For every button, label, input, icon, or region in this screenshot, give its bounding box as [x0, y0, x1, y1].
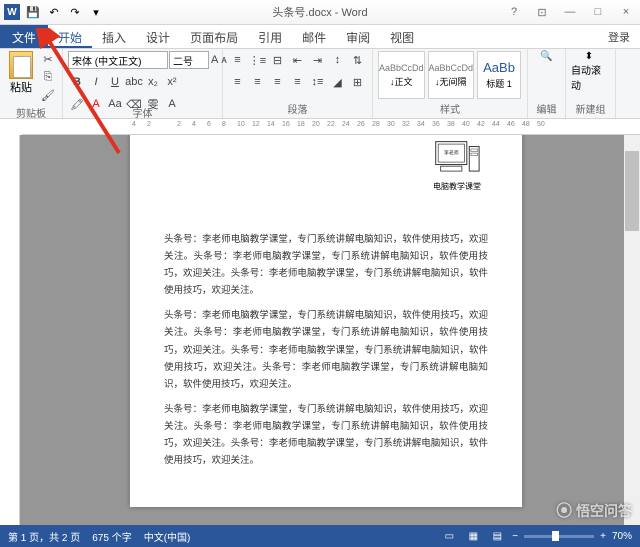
bold-button[interactable]: B [68, 73, 86, 91]
search-icon: 🔍 [540, 51, 552, 62]
zoom-slider[interactable] [524, 535, 594, 538]
numbering-button[interactable]: ⋮≡ [248, 51, 267, 69]
scroll-icon: ⬍ [585, 51, 593, 62]
new-group: ⬍ 自动滚动 新建组 [566, 49, 616, 118]
auto-scroll-button[interactable]: ⬍ 自动滚动 [571, 51, 607, 99]
clipboard-label: 剪贴板 [5, 105, 57, 120]
paragraph-group: ≡ ⋮≡ ⊟ ⇤ ⇥ ↕ ⇅ ≡ ≡ ≡ ≡ ↕≡ ◢ ⊞ 段落 [223, 49, 373, 118]
qat-customize[interactable]: ▾ [87, 3, 105, 21]
paragraph-1[interactable]: 头条号：李老师电脑教学课堂，专门系统讲解电脑知识，软件使用技巧，欢迎关注。头条号… [164, 231, 488, 299]
close-button[interactable]: × [612, 1, 640, 23]
vertical-scrollbar[interactable] [624, 135, 640, 525]
paste-button[interactable]: 粘贴 [5, 51, 37, 103]
svg-text:李老师: 李老师 [444, 150, 459, 157]
style-heading1[interactable]: AaBb 标题 1 [477, 51, 521, 99]
align-center-button[interactable]: ≡ [248, 73, 267, 91]
quick-access-toolbar: W 💾 ↶ ↷ ▾ [3, 3, 105, 21]
paragraph-label: 段落 [228, 101, 367, 116]
styles-group: AaBbCcDd ↓正文 AaBbCcDd ↓无间隔 AaBb 标题 1 样式 [373, 49, 528, 118]
bullets-button[interactable]: ≡ [228, 51, 247, 69]
multilevel-button[interactable]: ⊟ [268, 51, 287, 69]
maximize-button[interactable]: □ [584, 1, 612, 23]
style-nospacing[interactable]: AaBbCcDd ↓无间隔 [428, 51, 475, 99]
underline-button[interactable]: U [106, 73, 124, 91]
vertical-ruler[interactable] [0, 135, 20, 525]
editing-group: 🔍 编辑 [528, 49, 566, 118]
paste-icon [9, 51, 33, 79]
zoom-level[interactable]: 70% [612, 531, 632, 542]
text-direction-button[interactable]: ↕ [328, 51, 347, 69]
page[interactable]: 李老师 电脑教学课堂 头条号：李老师电脑教学课堂，专门系统讲解电脑知识，软件使用… [130, 135, 522, 507]
styles-label: 样式 [378, 101, 522, 116]
tab-layout[interactable]: 页面布局 [180, 25, 248, 48]
window-title: 头条号.docx - Word [272, 4, 367, 20]
sort-button[interactable]: ⇅ [348, 51, 367, 69]
web-layout-button[interactable]: ▤ [488, 528, 506, 544]
scroll-thumb[interactable] [625, 151, 639, 231]
increase-indent-button[interactable]: ⇥ [308, 51, 327, 69]
font-size-select[interactable] [169, 51, 209, 69]
subscript-button[interactable]: x₂ [144, 73, 162, 91]
page-header: 李老师 电脑教学课堂 [422, 140, 492, 192]
language-indicator[interactable]: 中文(中国) [144, 529, 191, 544]
titlebar: W 💾 ↶ ↷ ▾ 头条号.docx - Word ? ⊡ — □ × [0, 0, 640, 25]
tab-view[interactable]: 视图 [380, 25, 424, 48]
paragraph-2[interactable]: 头条号：李老师电脑教学课堂，专门系统讲解电脑知识，软件使用技巧，欢迎关注。头条号… [164, 307, 488, 392]
font-name-select[interactable] [68, 51, 168, 69]
document-area[interactable]: 李老师 电脑教学课堂 头条号：李老师电脑教学课堂，专门系统讲解电脑知识，软件使用… [20, 135, 624, 525]
style-normal[interactable]: AaBbCcDd ↓正文 [378, 51, 425, 99]
tab-design[interactable]: 设计 [136, 25, 180, 48]
line-spacing-button[interactable]: ↕≡ [308, 73, 327, 91]
print-layout-button[interactable]: ▦ [464, 528, 482, 544]
borders-button[interactable]: ⊞ [348, 73, 367, 91]
decrease-indent-button[interactable]: ⇤ [288, 51, 307, 69]
align-right-button[interactable]: ≡ [268, 73, 287, 91]
save-button[interactable]: 💾 [24, 3, 42, 21]
horizontal-ruler[interactable]: 4224681012141618202224262830323436384042… [22, 119, 640, 135]
find-button[interactable]: 🔍 [533, 51, 560, 99]
tab-references[interactable]: 引用 [248, 25, 292, 48]
cut-button[interactable]: ✂ [39, 51, 57, 67]
computer-icon: 李老师 [432, 140, 482, 176]
tab-home[interactable]: 开始 [48, 25, 92, 48]
justify-button[interactable]: ≡ [288, 73, 307, 91]
clipboard-group: 粘贴 ✂ ⎘ 🖌 剪贴板 [0, 49, 63, 118]
copy-button[interactable]: ⎘ [39, 69, 57, 85]
superscript-button[interactable]: x² [163, 73, 181, 91]
word-count[interactable]: 675 个字 [92, 529, 131, 544]
format-painter-button[interactable]: 🖌 [39, 87, 57, 103]
paragraph-3[interactable]: 头条号：李老师电脑教学课堂，专门系统讲解电脑知识，软件使用技巧，欢迎关注。头条号… [164, 401, 488, 469]
undo-button[interactable]: ↶ [45, 3, 63, 21]
file-tab[interactable]: 文件 [0, 25, 48, 48]
font-label: 字体 [68, 105, 217, 120]
italic-button[interactable]: I [87, 73, 105, 91]
align-left-button[interactable]: ≡ [228, 73, 247, 91]
ribbon-tabs: 文件 开始 插入 设计 页面布局 引用 邮件 审阅 视图 登录 [0, 25, 640, 49]
zoom-in-button[interactable]: + [600, 531, 606, 542]
minimize-button[interactable]: — [556, 1, 584, 23]
word-logo[interactable]: W [3, 3, 21, 21]
ribbon-display-button[interactable]: ⊡ [528, 1, 556, 23]
watermark: ⦿ 悟空问答 [556, 497, 632, 521]
status-bar: 第 1 页，共 2 页 675 个字 中文(中国) ▭ ▦ ▤ − + 70% [0, 525, 640, 547]
sign-in-button[interactable]: 登录 [598, 25, 640, 48]
shading-button[interactable]: ◢ [328, 73, 347, 91]
grow-font-button[interactable]: A [210, 51, 219, 69]
header-text: 电脑教学课堂 [422, 181, 492, 192]
tab-mailings[interactable]: 邮件 [292, 25, 336, 48]
zoom-out-button[interactable]: − [512, 531, 518, 542]
tab-insert[interactable]: 插入 [92, 25, 136, 48]
window-controls: ? ⊡ — □ × [500, 1, 640, 23]
newgroup-label: 新建组 [571, 101, 610, 116]
strikethrough-button[interactable]: abc [125, 73, 143, 91]
redo-button[interactable]: ↷ [66, 3, 84, 21]
page-indicator[interactable]: 第 1 页，共 2 页 [8, 529, 80, 544]
font-group: A ᴀ B I U abc x₂ x² 🖍 A Aa ⌫ 雯 A 字体 [63, 49, 223, 118]
ribbon: 粘贴 ✂ ⎘ 🖌 剪贴板 A ᴀ B I U abc x₂ [0, 49, 640, 119]
help-button[interactable]: ? [500, 1, 528, 23]
read-mode-button[interactable]: ▭ [440, 528, 458, 544]
tab-review[interactable]: 审阅 [336, 25, 380, 48]
editing-label: 编辑 [533, 101, 560, 116]
